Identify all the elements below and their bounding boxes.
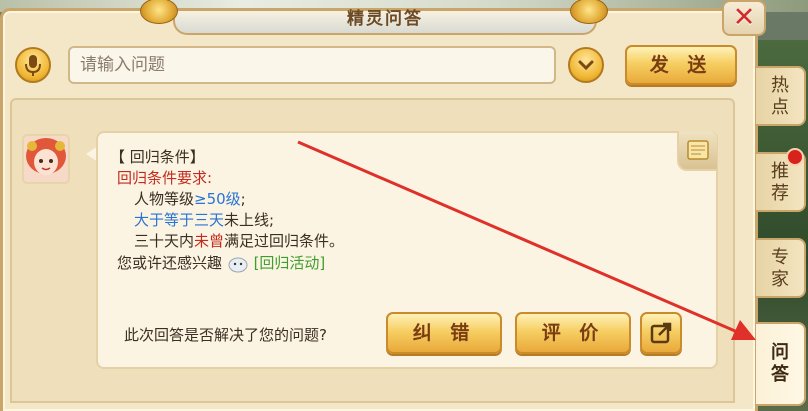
dropdown-button[interactable] [568,47,604,83]
microphone-button[interactable] [15,47,51,83]
close-button[interactable]: ✕ [722,0,766,36]
microphone-icon [25,55,41,76]
notification-dot [786,148,804,166]
tab-hot[interactable]: 热 点 [756,66,806,126]
question-input[interactable] [68,46,556,84]
external-link-icon [650,322,672,344]
requirement-offline: 大于等于三天未上线; [134,211,275,229]
rate-button[interactable]: 评 价 [515,312,631,354]
tab-hot-label: 热 点 [771,75,789,118]
tab-qa[interactable]: 问 答 [756,322,806,406]
feedback-question: 此次回答是否解决了您的问题? [124,326,327,344]
requirement-thirty-days: 三十天内未曾满足过回归条件。 [134,232,345,250]
close-icon: ✕ [732,2,756,33]
avatar [22,134,70,184]
send-button[interactable]: 发 送 [625,45,737,85]
tab-recommended-label: 推 荐 [771,161,789,204]
tab-qa-label: 问 答 [771,342,789,385]
requirement-level: 人物等级≥50级; [134,190,246,208]
correct-error-button[interactable]: 纠 错 [386,312,502,354]
interest-line: 您或许还感兴趣 [回归活动] [117,254,326,272]
scroll-icon[interactable] [677,131,717,171]
requirement-title: 回归条件要求: [117,169,213,187]
tab-expert[interactable]: 专 家 [756,238,806,298]
window-title: 精灵问答 [347,9,423,29]
return-activity-link[interactable]: [回归活动] [254,254,326,272]
title-plate: 精灵问答 [173,11,597,35]
pet-face-icon [228,257,248,272]
tab-expert-label: 专 家 [771,247,789,290]
external-link-button[interactable] [640,312,682,354]
chevron-down-icon [578,60,594,71]
answer-header: 【 回归条件】 [110,148,205,166]
